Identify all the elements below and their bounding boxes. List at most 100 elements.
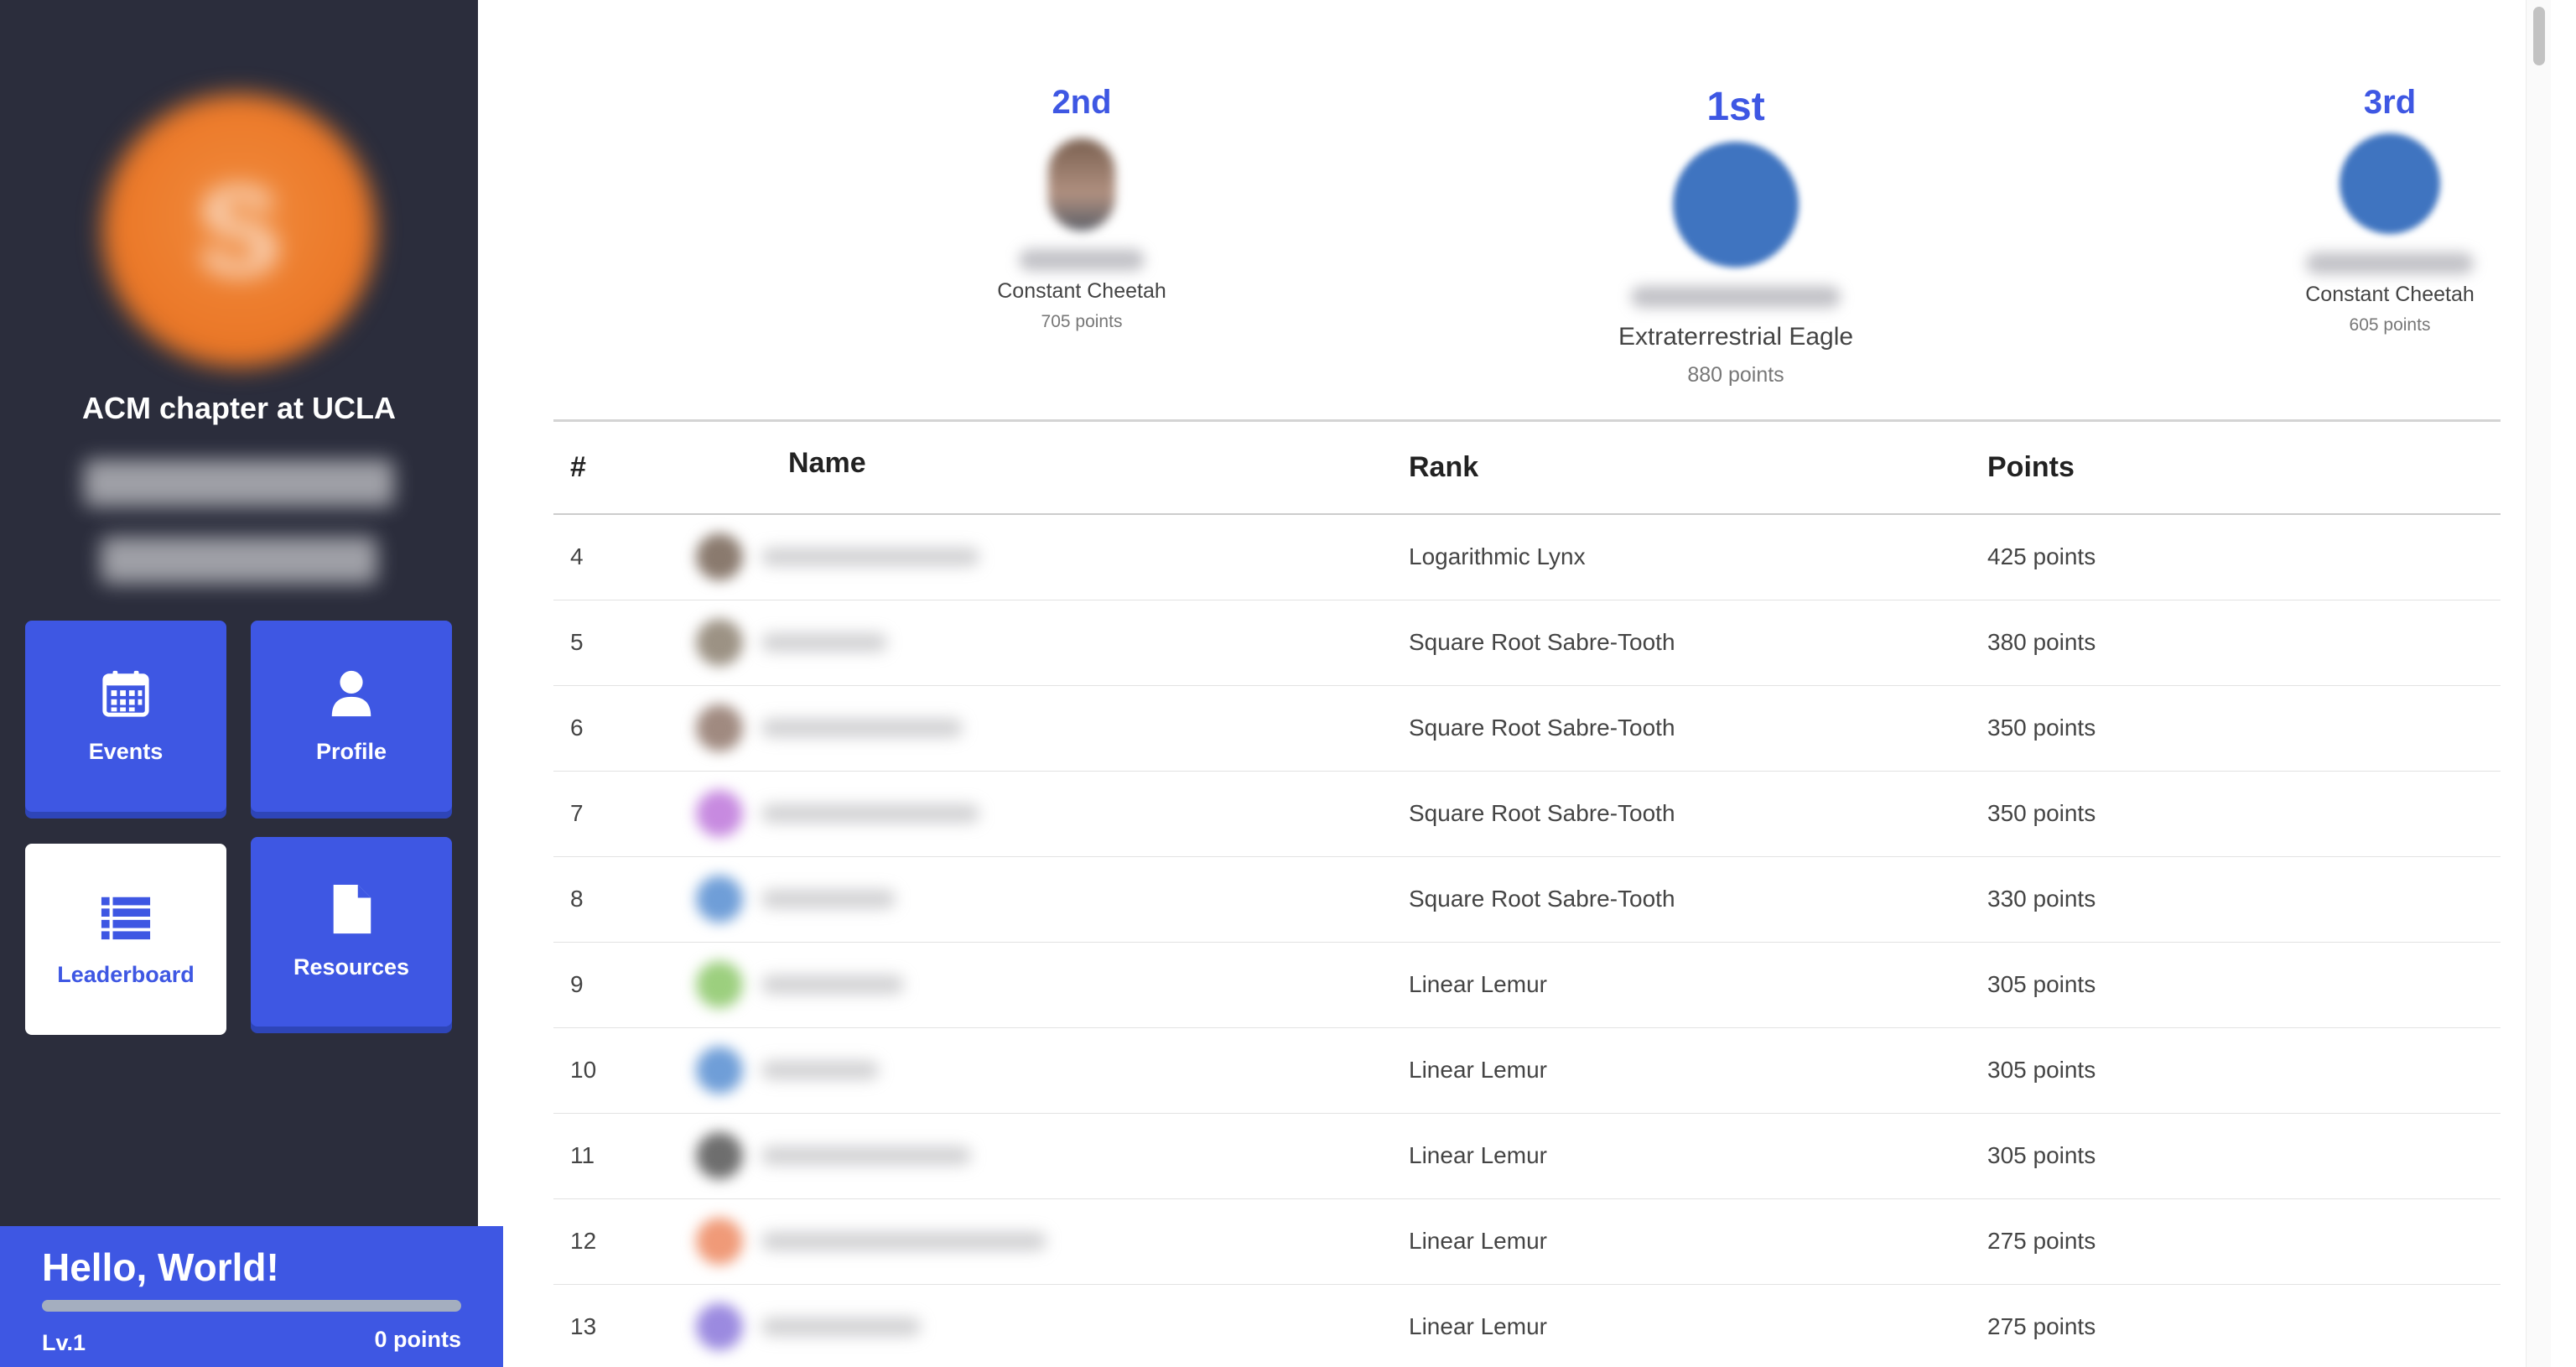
row-num: 11: [553, 1113, 713, 1199]
blurred-user-name: [761, 719, 963, 737]
leaderboard-main: 2nd Constant Cheetah 705 points 1st Extr…: [503, 0, 2551, 1367]
row-rank: Linear Lemur: [1409, 1113, 1987, 1199]
podium-points: 705 points: [1041, 312, 1123, 331]
scrollbar[interactable]: [2526, 0, 2551, 1367]
header-rank: Rank: [1409, 422, 1987, 515]
row-num: 12: [553, 1198, 713, 1285]
row-rank: Logarithmic Lynx: [1409, 514, 1987, 600]
row-num: 9: [553, 942, 713, 1028]
row-avatar: [696, 961, 743, 1008]
row-num: 7: [553, 771, 713, 857]
chapter-avatar: S: [102, 94, 376, 367]
profile-tile[interactable]: Profile: [251, 621, 452, 812]
table-row[interactable]: 4 Logarithmic Lynx 425 points: [553, 514, 2501, 600]
row-name-cell: [696, 1198, 1409, 1285]
podium-first: 1st Extraterrestrial Eagle 880 points: [1526, 84, 1945, 387]
row-num: 6: [553, 685, 713, 772]
blurred-user-name: [761, 975, 904, 994]
table-row[interactable]: 5 Square Root Sabre-Tooth 380 points: [553, 600, 2501, 686]
podium-points: 605 points: [2349, 315, 2431, 335]
leaderboard-table: # Name Rank Points 4 Logarithmic Lynx 425 …: [553, 422, 2501, 1367]
row-rank: Linear Lemur: [1409, 1198, 1987, 1285]
row-points: 305 points: [1987, 1113, 2501, 1199]
row-name-cell: [696, 514, 1409, 600]
xp-progress-bar: [42, 1300, 461, 1312]
row-avatar: [696, 533, 743, 581]
row-name-cell: [696, 1027, 1409, 1114]
file-icon: [325, 883, 377, 939]
scrollbar-thumb[interactable]: [2533, 7, 2545, 65]
row-points: 350 points: [1987, 771, 2501, 857]
row-name-cell: [696, 771, 1409, 857]
podium-rank: Constant Cheetah: [2305, 283, 2475, 306]
header-num: #: [553, 422, 713, 515]
row-points: 350 points: [1987, 685, 2501, 772]
blurred-user-name: [761, 633, 887, 652]
level-label: Lv.1: [42, 1330, 86, 1355]
row-points: 275 points: [1987, 1284, 2501, 1367]
podium-place: 1st: [1706, 85, 1765, 129]
blurred-user-name: [761, 1146, 971, 1165]
row-avatar: [696, 1047, 743, 1094]
user-points: 0 points: [374, 1327, 461, 1352]
podium-avatar: [1048, 138, 1115, 231]
podium-rank: Extraterrestrial Eagle: [1618, 323, 1854, 351]
row-num: 5: [553, 600, 713, 686]
row-points: 380 points: [1987, 600, 2501, 686]
blurred-user-name: [2306, 252, 2474, 274]
blurred-user-name: [761, 548, 979, 567]
table-row[interactable]: 13 Linear Lemur 275 points: [553, 1284, 2501, 1367]
sidebar: S ACM chapter at UCLA Events Profile Lea…: [0, 0, 478, 1367]
user-icon: [325, 668, 377, 724]
row-rank: Square Root Sabre-Tooth: [1409, 771, 1987, 857]
row-num: 13: [553, 1284, 713, 1367]
calendar-icon: [100, 668, 152, 724]
leaderboard-tile[interactable]: Leaderboard: [25, 844, 226, 1035]
row-points: 330 points: [1987, 856, 2501, 943]
row-rank: Linear Lemur: [1409, 942, 1987, 1028]
row-name-cell: [696, 856, 1409, 943]
row-name-cell: [696, 685, 1409, 772]
row-rank: Square Root Sabre-Tooth: [1409, 685, 1987, 772]
blurred-user-name: [761, 804, 979, 823]
profile-label: Profile: [315, 739, 387, 764]
table-row[interactable]: 6 Square Root Sabre-Tooth 350 points: [553, 685, 2501, 772]
row-num: 4: [553, 514, 713, 600]
blurred-user-name: [761, 890, 896, 908]
resources-tile[interactable]: Resources: [251, 837, 452, 1027]
podium-second: 2nd Constant Cheetah 705 points: [872, 84, 1291, 332]
table-row[interactable]: 12 Linear Lemur 275 points: [553, 1198, 2501, 1285]
row-rank: Linear Lemur: [1409, 1284, 1987, 1367]
header-name: Name: [713, 422, 1409, 515]
row-name-cell: [696, 942, 1409, 1028]
resources-label: Resources: [293, 954, 410, 980]
blurred-user-name: [761, 1318, 921, 1336]
table-row[interactable]: 10 Linear Lemur 305 points: [553, 1027, 2501, 1114]
row-points: 425 points: [1987, 514, 2501, 600]
avatar-letter: S: [196, 159, 282, 301]
row-avatar: [696, 1132, 743, 1179]
row-avatar: [696, 619, 743, 666]
row-num: 8: [553, 856, 713, 943]
row-avatar: [696, 1303, 743, 1350]
table-row[interactable]: 8 Square Root Sabre-Tooth 330 points: [553, 856, 2501, 943]
table-row[interactable]: 11 Linear Lemur 305 points: [553, 1113, 2501, 1199]
table-row[interactable]: 7 Square Root Sabre-Tooth 350 points: [553, 771, 2501, 857]
row-num: 10: [553, 1027, 713, 1114]
blurred-user-name: [761, 1061, 879, 1079]
table-header-row: # Name Rank Points: [553, 422, 2501, 515]
row-avatar: [696, 1218, 743, 1265]
table-row[interactable]: 9 Linear Lemur 305 points: [553, 942, 2501, 1028]
header-points: Points: [1987, 422, 2501, 515]
podium-rank: Constant Cheetah: [997, 279, 1166, 303]
row-rank: Square Root Sabre-Tooth: [1409, 600, 1987, 686]
blurred-user-name: [1019, 249, 1145, 271]
user-summary-card: Hello, World! Lv.1 0 points: [0, 1226, 503, 1367]
table-body: 4 Logarithmic Lynx 425 points 5 Square Root …: [553, 514, 2501, 1367]
row-name-cell: [696, 1284, 1409, 1367]
podium-points: 880 points: [1687, 363, 1784, 387]
row-rank: Square Root Sabre-Tooth: [1409, 856, 1987, 943]
events-tile[interactable]: Events: [25, 621, 226, 812]
podium-third: 3rd Constant Cheetah 605 points: [2180, 84, 2576, 335]
row-name-cell: [696, 600, 1409, 686]
